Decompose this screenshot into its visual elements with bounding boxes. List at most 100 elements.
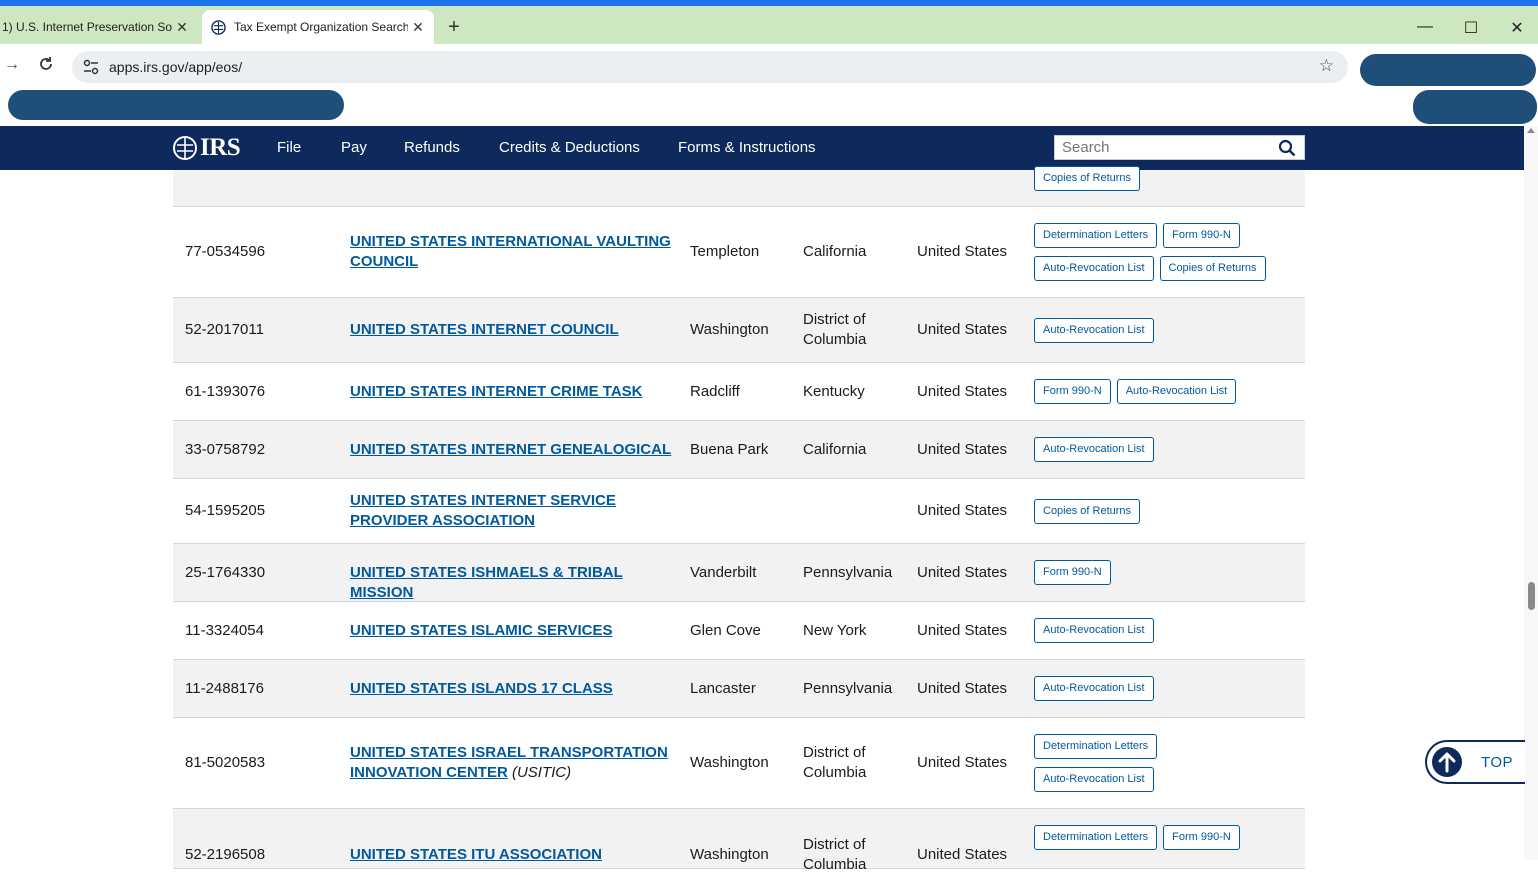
- close-window-icon[interactable]: ✕: [1505, 18, 1529, 38]
- state: District of Columbia: [803, 311, 867, 348]
- table-row: 25-1764330 UNITED STATES ISHMAELS & TRIB…: [173, 544, 1305, 602]
- document-link[interactable]: Auto-Revocation List: [1034, 676, 1154, 701]
- document-link[interactable]: Auto-Revocation List: [1034, 437, 1154, 462]
- organization-name: UNITED STATES INTERNET SERVICE PROVIDER …: [350, 491, 680, 531]
- irs-eagle-icon: [172, 135, 198, 161]
- row-documents: Auto-Revocation List: [1034, 318, 1304, 351]
- row-documents: Auto-Revocation List: [1034, 618, 1304, 651]
- organization-link[interactable]: UNITED STATES ITU ASSOCIATION: [350, 846, 602, 863]
- nav-credits-deductions[interactable]: Credits & Deductions: [499, 139, 640, 156]
- country: United States: [917, 622, 1008, 639]
- organization-name: UNITED STATES ISRAEL TRANSPORTATION INNO…: [350, 743, 680, 783]
- organization-link[interactable]: UNITED STATES ISHMAELS & TRIBAL MISSION: [350, 564, 623, 601]
- document-link[interactable]: Auto-Revocation List: [1034, 256, 1154, 281]
- tab-strip: 1) U.S. Internet Preservation So ✕ Tax E…: [0, 6, 1538, 44]
- ein: 52-2196508: [185, 846, 266, 863]
- irs-favicon-icon: [210, 19, 226, 35]
- city: Radcliff: [690, 383, 740, 400]
- close-tab-icon[interactable]: ✕: [172, 19, 192, 36]
- city: Glen Cove: [690, 622, 761, 639]
- nav-pay[interactable]: Pay: [341, 139, 367, 156]
- address-bar[interactable]: apps.irs.gov/app/eos/ ☆: [72, 51, 1348, 83]
- city: Lancaster: [690, 680, 756, 697]
- ein: 25-1764330: [185, 564, 266, 581]
- row-documents: Determination Letters Form 990-N: [1034, 825, 1304, 858]
- organization-name: UNITED STATES ISLAMIC SERVICES: [350, 621, 680, 641]
- city: Washington: [690, 321, 769, 338]
- row-documents: Determination Letters Auto-Revocation Li…: [1034, 734, 1304, 800]
- document-link[interactable]: Form 990-N: [1163, 825, 1240, 850]
- organization-link[interactable]: UNITED STATES INTERNATIONAL VAULTING COU…: [350, 233, 671, 270]
- state: California: [803, 441, 867, 458]
- minimize-icon[interactable]: —: [1413, 18, 1437, 36]
- search-input[interactable]: [1055, 136, 1265, 159]
- site-info-icon[interactable]: [82, 58, 100, 76]
- document-link[interactable]: Determination Letters: [1034, 734, 1158, 759]
- page-scrollbar[interactable]: [1524, 126, 1538, 860]
- organization-alias: (USITIC): [511, 764, 572, 781]
- country: United States: [917, 383, 1008, 400]
- reload-icon[interactable]: [38, 56, 54, 77]
- bookmark-star-icon[interactable]: ☆: [1319, 56, 1334, 76]
- scrollbar-thumb[interactable]: [1528, 582, 1535, 610]
- arrow-up-icon: [1431, 746, 1463, 778]
- country: United States: [917, 502, 1008, 519]
- document-link[interactable]: Determination Letters: [1034, 223, 1158, 248]
- scroll-up-icon[interactable]: [1527, 128, 1535, 133]
- row-documents: Form 990-N: [1034, 560, 1304, 593]
- document-link[interactable]: Copies of Returns: [1159, 256, 1266, 281]
- country: United States: [917, 680, 1008, 697]
- country: United States: [917, 754, 1008, 771]
- bookmarks-bar: [0, 90, 1538, 126]
- document-link[interactable]: Auto-Revocation List: [1034, 767, 1154, 792]
- search-icon[interactable]: [1278, 139, 1296, 157]
- organization-name: UNITED STATES INTERNET CRIME TASK: [350, 382, 680, 402]
- maximize-icon[interactable]: ☐: [1459, 18, 1483, 38]
- organization-name: UNITED STATES INTERNET GENEALOGICAL: [350, 440, 680, 460]
- organization-link[interactable]: UNITED STATES ISLANDS 17 CLASS: [350, 680, 613, 697]
- document-link[interactable]: Copies of Returns: [1034, 499, 1141, 524]
- forward-icon[interactable]: →: [4, 56, 20, 74]
- city: Buena Park: [690, 441, 769, 458]
- document-link[interactable]: Auto-Revocation List: [1034, 318, 1154, 343]
- nav-forms-instructions[interactable]: Forms & Instructions: [678, 139, 816, 156]
- document-link[interactable]: Auto-Revocation List: [1034, 618, 1154, 643]
- new-tab-button[interactable]: +: [442, 16, 466, 40]
- tab-internet-preservation[interactable]: 1) U.S. Internet Preservation So ✕: [0, 10, 198, 44]
- site-search: [1054, 135, 1305, 160]
- nav-file[interactable]: File: [277, 139, 301, 156]
- tab-tax-exempt-search[interactable]: Tax Exempt Organization Search ✕: [202, 10, 434, 44]
- city: Templeton: [690, 243, 760, 260]
- organization-link[interactable]: UNITED STATES ISRAEL TRANSPORTATION INNO…: [350, 744, 668, 781]
- organization-link[interactable]: UNITED STATES INTERNET SERVICE PROVIDER …: [350, 492, 616, 529]
- organization-link[interactable]: UNITED STATES INTERNET GENEALOGICAL: [350, 441, 671, 458]
- organization-link[interactable]: UNITED STATES INTERNET COUNCIL: [350, 321, 619, 338]
- city: Washington: [690, 846, 769, 863]
- back-to-top-button[interactable]: TOP: [1425, 740, 1525, 784]
- organization-link[interactable]: UNITED STATES INTERNET CRIME TASK: [350, 383, 643, 400]
- document-link[interactable]: Form 990-N: [1163, 223, 1240, 248]
- table-row: 52-2017011 UNITED STATES INTERNET COUNCI…: [173, 298, 1305, 363]
- document-link[interactable]: Form 990-N: [1034, 379, 1111, 404]
- ein: 81-5020583: [185, 754, 266, 771]
- document-link[interactable]: Determination Letters: [1034, 825, 1158, 850]
- tab-title: Tax Exempt Organization Search: [234, 20, 408, 34]
- organization-name: UNITED STATES INTERNATIONAL VAULTING COU…: [350, 232, 680, 272]
- irs-logo[interactable]: IRS: [172, 134, 241, 162]
- document-link[interactable]: Form 990-N: [1034, 560, 1111, 585]
- ein: 11-3324054: [185, 622, 264, 639]
- document-link[interactable]: Auto-Revocation List: [1116, 379, 1237, 404]
- city: Washington: [690, 754, 769, 771]
- country: United States: [917, 243, 1008, 260]
- close-tab-icon[interactable]: ✕: [408, 19, 428, 36]
- organization-name: UNITED STATES INTERNET COUNCIL: [350, 320, 680, 340]
- table-row: 33-0758792 UNITED STATES INTERNET GENEAL…: [173, 421, 1305, 479]
- nav-refunds[interactable]: Refunds: [404, 139, 460, 156]
- organization-link[interactable]: UNITED STATES ISLAMIC SERVICES: [350, 622, 613, 639]
- document-link[interactable]: Copies of Returns: [1034, 166, 1141, 191]
- country: United States: [917, 564, 1008, 581]
- ein: 52-2017011: [185, 321, 264, 338]
- row-documents: Auto-Revocation List: [1034, 437, 1304, 470]
- country: United States: [917, 846, 1008, 863]
- table-row: 52-2196508 UNITED STATES ITU ASSOCIATION…: [173, 809, 1305, 873]
